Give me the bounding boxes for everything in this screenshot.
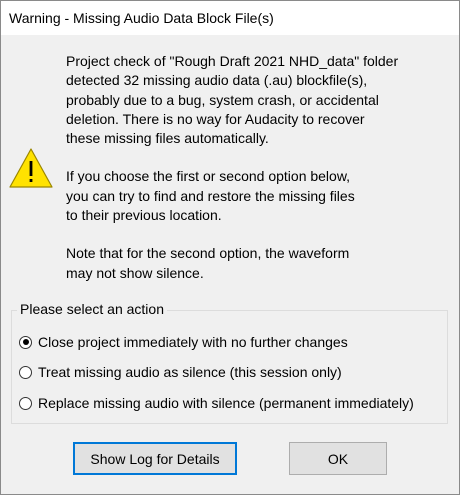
message-paragraph: Project check of "Rough Draft 2021 NHD_d… bbox=[66, 53, 399, 147]
radio-button[interactable] bbox=[19, 365, 32, 379]
radio-button[interactable] bbox=[19, 396, 32, 410]
radio-label: Replace missing audio with silence (perm… bbox=[38, 395, 414, 411]
ok-button[interactable]: OK bbox=[289, 442, 387, 475]
message-paragraph: If you choose the first or second option… bbox=[66, 168, 355, 224]
warning-triangle-icon bbox=[9, 148, 53, 188]
dialog-window: Warning - Missing Audio Data Block File(… bbox=[0, 0, 460, 495]
message-paragraph: Note that for the second option, the wav… bbox=[66, 245, 350, 281]
radio-treat-as-silence[interactable]: Treat missing audio as silence (this ses… bbox=[19, 362, 342, 382]
window-title: Warning - Missing Audio Data Block File(… bbox=[9, 10, 274, 26]
radio-label: Treat missing audio as silence (this ses… bbox=[38, 364, 342, 380]
action-group-label: Please select an action bbox=[17, 301, 167, 317]
radio-label: Close project immediately with no furthe… bbox=[38, 334, 348, 350]
radio-button-selected[interactable] bbox=[19, 335, 32, 349]
show-log-button[interactable]: Show Log for Details bbox=[73, 442, 237, 475]
radio-close-project[interactable]: Close project immediately with no furthe… bbox=[19, 332, 348, 352]
message-text: Project check of "Rough Draft 2021 NHD_d… bbox=[66, 52, 446, 283]
radio-replace-with-silence[interactable]: Replace missing audio with silence (perm… bbox=[19, 393, 414, 413]
title-bar: Warning - Missing Audio Data Block File(… bbox=[1, 1, 459, 35]
